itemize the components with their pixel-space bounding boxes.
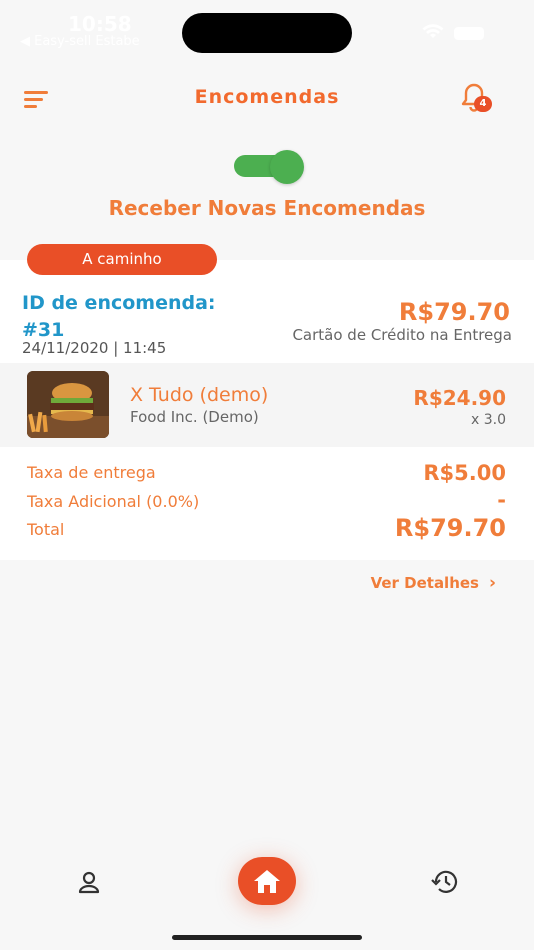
nav-profile[interactable]: [76, 870, 102, 896]
page-title: Encomendas: [194, 86, 340, 108]
delivery-fee-value: R$5.00: [423, 461, 506, 485]
battery-icon: [454, 27, 484, 40]
user-icon: [78, 871, 100, 894]
history-icon: [431, 870, 458, 893]
order-item-row: X Tudo (demo) Food Inc. (Demo) R$24.90 x…: [0, 363, 534, 447]
order-date: 24/11/2020 | 11:45: [22, 339, 167, 357]
item-name: X Tudo (demo): [130, 384, 269, 406]
additional-fee-label: Taxa Adicional (0.0%): [27, 492, 200, 511]
app-header: Encomendas 4: [0, 80, 534, 120]
view-details-label: Ver Detalhes: [370, 574, 479, 592]
total-label: Total: [27, 520, 65, 539]
chevron-right-icon: ›: [488, 573, 496, 593]
item-price: R$24.90: [413, 386, 506, 410]
order-status-badge: A caminho: [27, 244, 217, 275]
order-id-label: ID de encomenda:: [22, 292, 216, 314]
total-value: R$79.70: [394, 514, 506, 542]
notification-badge: 4: [474, 96, 492, 112]
item-vendor: Food Inc. (Demo): [130, 408, 259, 426]
order-card[interactable]: ID de encomenda: #31 24/11/2020 | 11:45 …: [0, 260, 534, 560]
notification-button[interactable]: 4: [460, 82, 496, 116]
camera-notch: [182, 13, 352, 53]
additional-fee-value: -: [497, 488, 506, 512]
status-bar: 10:58 ◀ Easy-sell Estabe: [0, 0, 534, 60]
delivery-fee-label: Taxa de entrega: [27, 463, 156, 482]
home-indicator: [172, 935, 362, 940]
status-time: 10:58: [68, 12, 132, 36]
nav-history[interactable]: [430, 868, 460, 896]
receive-orders-label: Receber Novas Encomendas: [108, 196, 426, 220]
order-total: R$79.70: [398, 298, 510, 326]
home-icon: [254, 870, 280, 893]
order-id: ID de encomenda: #31: [22, 290, 252, 344]
wifi-icon: [422, 24, 444, 44]
receive-orders-toggle[interactable]: [234, 150, 308, 184]
payment-method: Cartão de Crédito na Entrega: [292, 326, 512, 344]
item-quantity: x 3.0: [471, 412, 506, 428]
back-to-app-link[interactable]: ◀ Easy-sell Estabe: [20, 34, 140, 49]
toggle-knob: [270, 150, 304, 184]
view-details-link[interactable]: Ver Detalhes ›: [371, 573, 496, 593]
nav-home[interactable]: [238, 857, 296, 905]
product-image: [27, 371, 109, 438]
